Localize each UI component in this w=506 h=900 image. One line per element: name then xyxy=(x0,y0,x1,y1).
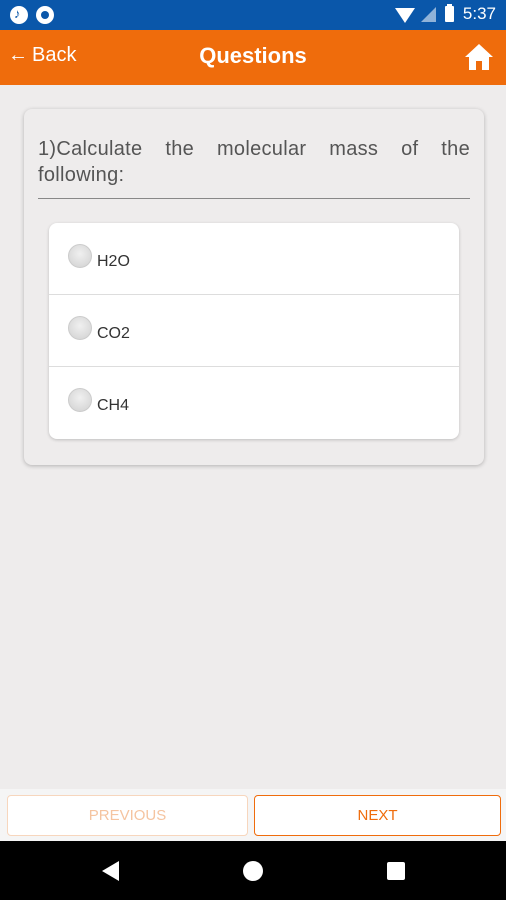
cell-signal-icon xyxy=(420,6,436,22)
status-bar: 5:37 xyxy=(0,0,506,30)
home-icon[interactable] xyxy=(464,42,494,72)
option-ch4[interactable]: CH4 xyxy=(49,367,459,439)
option-h2o[interactable]: H2O xyxy=(49,223,459,295)
wifi-icon xyxy=(394,7,415,23)
nav-home-icon[interactable] xyxy=(243,861,263,881)
radio-button[interactable] xyxy=(68,316,92,340)
option-label: H2O xyxy=(97,253,130,270)
notification-icons xyxy=(10,6,54,24)
page-title: Questions xyxy=(199,43,307,68)
app-bar: ← Back Questions xyxy=(0,30,506,85)
option-co2[interactable]: CO2 xyxy=(49,295,459,367)
radio-button[interactable] xyxy=(68,244,92,268)
record-notification-icon xyxy=(36,6,54,24)
nav-back-icon[interactable] xyxy=(102,861,119,881)
answer-options: H2O CO2 CH4 xyxy=(49,223,459,439)
radio-button[interactable] xyxy=(68,388,92,412)
system-icons: 5:37 xyxy=(394,4,496,24)
option-label: CH4 xyxy=(97,397,130,414)
question-divider xyxy=(38,198,470,199)
music-notification-icon xyxy=(10,6,28,24)
question-card: 1)Calculate the molecular mass of the fo… xyxy=(24,109,484,465)
status-time: 5:37 xyxy=(462,4,496,23)
next-button[interactable]: NEXT xyxy=(254,795,501,836)
footer-buttons: PREVIOUS NEXT xyxy=(0,789,506,841)
previous-button[interactable]: PREVIOUS xyxy=(7,795,248,836)
option-label: CO2 xyxy=(97,325,130,342)
nav-recents-icon[interactable] xyxy=(387,862,405,880)
system-nav-bar xyxy=(0,841,506,900)
question-text: 1)Calculate the molecular mass of the fo… xyxy=(38,138,470,186)
battery-icon xyxy=(444,4,454,22)
